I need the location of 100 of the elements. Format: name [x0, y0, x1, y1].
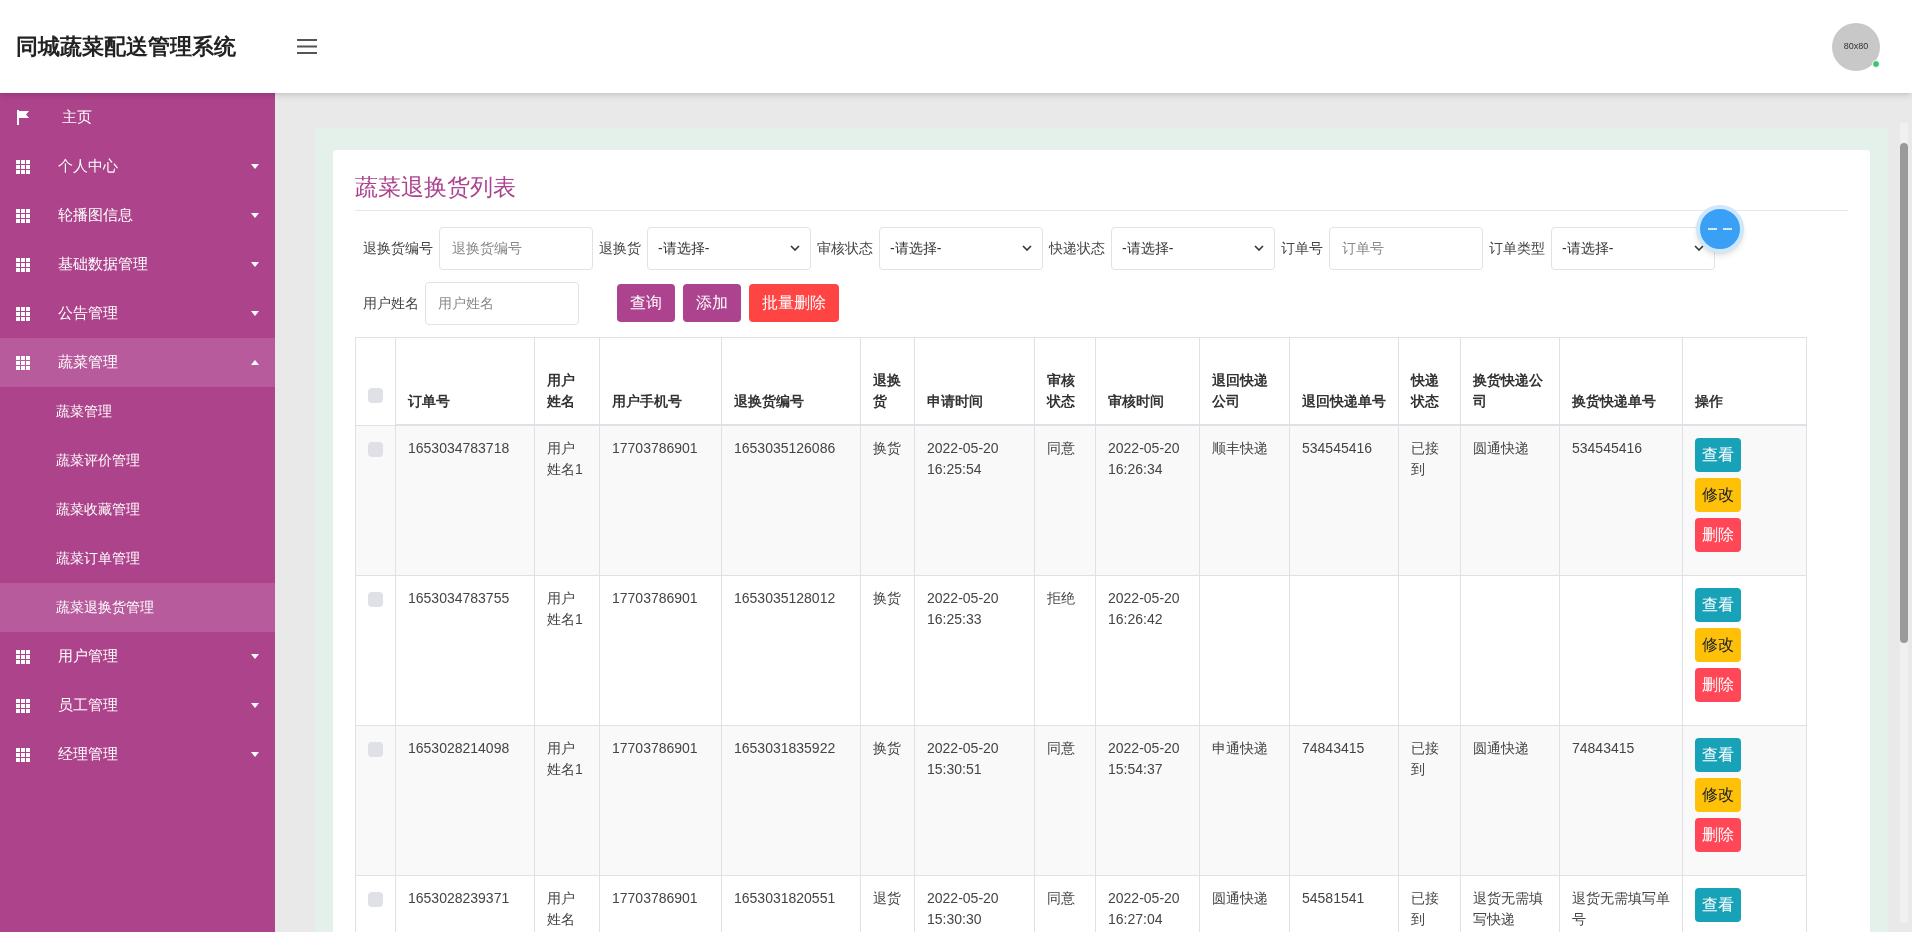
sidebar-subitem[interactable]: 蔬菜收藏管理: [0, 485, 275, 534]
row-action-button[interactable]: 查看: [1695, 737, 1741, 772]
menu-icon[interactable]: [297, 39, 317, 54]
grid-icon: [16, 159, 30, 174]
table-cell: 1653035126086: [734, 440, 836, 456]
filter-label: 退换货: [599, 238, 641, 258]
grid-icon: [16, 208, 30, 223]
table-cell: 2022-05-20 16:25:54: [927, 440, 999, 477]
table-cell: 退货无需填写单号: [1572, 889, 1670, 927]
table-cell: 2022-05-20 16:25:33: [927, 589, 999, 627]
chevron-down-icon: [1022, 245, 1032, 251]
filter-input[interactable]: 退换货编号: [439, 226, 593, 270]
filter-select[interactable]: -请选择-: [647, 226, 811, 270]
table-cell: 退货无需填写快递: [1473, 889, 1543, 927]
sidebar-item[interactable]: 公告管理: [0, 289, 275, 338]
filter-select[interactable]: -请选择-: [879, 226, 1043, 270]
sidebar-item[interactable]: 个人中心: [0, 142, 275, 191]
sidebar-item[interactable]: 基础数据管理: [0, 240, 275, 289]
table-cell: 同意: [1047, 440, 1075, 456]
grid-icon: [16, 747, 30, 762]
chevron-down-icon: [1254, 245, 1264, 251]
table-cell: 同意: [1047, 889, 1075, 906]
sidebar-label: 公告管理: [58, 303, 118, 324]
row-action-button[interactable]: 查看: [1695, 587, 1741, 622]
table-cell: 17703786901: [612, 440, 698, 456]
table-cell: 54581541: [1302, 889, 1365, 906]
action-button[interactable]: 添加: [683, 284, 741, 322]
sidebar-item[interactable]: 主页: [0, 93, 275, 142]
row-checkbox[interactable]: [368, 891, 383, 907]
page-title: 蔬菜退换货列表: [355, 170, 1848, 211]
caret-down-icon: [251, 213, 259, 218]
sidebar-item[interactable]: 轮播图信息: [0, 191, 275, 240]
table-cell: 用户姓名: [547, 889, 575, 927]
table-cell: 圆通快递: [1212, 889, 1268, 906]
sidebar-subitem[interactable]: 蔬菜退换货管理: [0, 583, 275, 632]
sidebar-label: 用户管理: [58, 646, 118, 667]
filter-input[interactable]: 用户姓名: [425, 281, 579, 325]
table-cell: 用户姓名1: [547, 589, 583, 627]
table-cell: 74843415: [1302, 739, 1365, 756]
table-cell: 用户姓名1: [547, 739, 583, 777]
chevron-down-icon: [1694, 245, 1704, 251]
row-action-button[interactable]: 修改: [1695, 478, 1741, 512]
filter-label: 审核状态: [817, 238, 873, 258]
row-action-button[interactable]: 查看: [1695, 438, 1741, 472]
table-cell: 17703786901: [612, 589, 698, 606]
sidebar-label: 经理管理: [58, 744, 118, 765]
sidebar-subitem[interactable]: 蔬菜评价管理: [0, 436, 275, 485]
sidebar-label: 个人中心: [58, 156, 118, 177]
table-cell: 1653034783755: [408, 589, 510, 606]
table-cell: 1653035128012: [734, 589, 836, 606]
sidebar-item[interactable]: 蔬菜管理: [0, 338, 275, 387]
table-cell: 已接到: [1411, 440, 1439, 477]
filter-label: 用户姓名: [363, 293, 419, 313]
sidebar-item[interactable]: 用户管理: [0, 632, 275, 681]
table-cell: 2022-05-20 15:30:30: [927, 889, 999, 927]
table-cell: 已接到: [1411, 889, 1439, 927]
caret-down-icon: [251, 311, 259, 316]
caret-down-icon: [251, 262, 259, 267]
table-cell: 换货: [873, 739, 901, 756]
caret-up-icon: [251, 360, 259, 365]
sidebar-subitem[interactable]: 蔬菜管理: [0, 387, 275, 436]
table-cell: 申通快递: [1212, 739, 1268, 756]
grid-icon: [16, 649, 30, 664]
flag-icon: [16, 110, 30, 125]
sidebar-item[interactable]: 员工管理: [0, 681, 275, 730]
row-checkbox[interactable]: [368, 741, 383, 757]
avatar[interactable]: 80x80: [1832, 22, 1880, 71]
table-cell: 2022-05-20 15:30:51: [927, 739, 999, 777]
row-action-button[interactable]: 删除: [1695, 518, 1741, 552]
row-checkbox[interactable]: [368, 387, 383, 403]
app-title: 同城蔬菜配送管理系统: [15, 33, 237, 61]
table-cell: 2022-05-20 15:54:37: [1108, 739, 1180, 777]
filter-input[interactable]: 订单号: [1329, 226, 1483, 270]
row-action-button[interactable]: 修改: [1695, 777, 1741, 812]
filter-label: 订单号: [1281, 238, 1323, 258]
grid-icon: [16, 698, 30, 713]
sidebar-label: 员工管理: [58, 695, 118, 716]
sidebar-label: 主页: [62, 107, 92, 128]
caret-down-icon: [251, 164, 259, 169]
row-action-button[interactable]: 修改: [1695, 627, 1741, 662]
row-action-button[interactable]: 删除: [1695, 817, 1741, 852]
row-checkbox[interactable]: [368, 591, 383, 607]
table-cell: 1653034783718: [408, 440, 510, 456]
row-action-button[interactable]: 查看: [1695, 887, 1741, 922]
action-button[interactable]: 查询: [617, 284, 675, 322]
row-checkbox[interactable]: [368, 441, 383, 457]
action-button[interactable]: 批量删除: [749, 284, 839, 322]
sidebar-item[interactable]: 经理管理: [0, 730, 275, 779]
table-cell: 1653031820551: [734, 889, 836, 906]
row-action-button[interactable]: 删除: [1695, 667, 1741, 702]
grid-icon: [16, 257, 30, 272]
table-cell: 534545416: [1572, 440, 1643, 456]
sidebar-subitem[interactable]: 蔬菜订单管理: [0, 534, 275, 583]
caret-down-icon: [251, 752, 259, 757]
sidebar-label: 基础数据管理: [58, 254, 148, 275]
filter-select[interactable]: -请选择-: [1111, 226, 1275, 270]
grid-icon: [16, 355, 30, 370]
table-cell: 17703786901: [612, 889, 698, 906]
filter-label: 退换货编号: [363, 238, 433, 258]
table-cell: 2022-05-20 16:26:34: [1108, 440, 1180, 477]
